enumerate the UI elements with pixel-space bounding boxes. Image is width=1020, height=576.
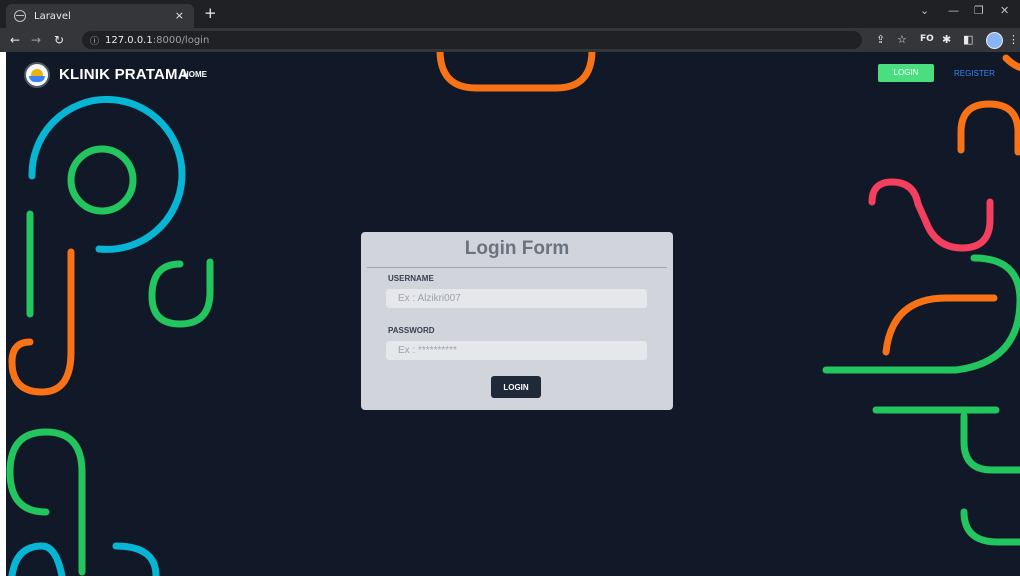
password-input[interactable] <box>386 341 647 360</box>
login-form-card: Login Form USERNAME PASSWORD LOGIN <box>361 232 673 410</box>
close-window-icon[interactable]: ✕ <box>1000 4 1009 17</box>
browser-window: Laravel × + ⌄ — ❐ ✕ ← → ↻ ⓘ 127.0.0.1:80… <box>0 0 1020 576</box>
tab-close-icon[interactable]: × <box>175 9 184 22</box>
login-form-title: Login Form <box>464 238 570 259</box>
nav-home-link[interactable]: HOME <box>183 70 207 79</box>
url-host: 127.0.0.1 <box>105 34 153 46</box>
extension-badge[interactable]: FO <box>920 34 934 44</box>
forward-icon[interactable]: → <box>31 33 41 47</box>
deco-cyan-large-arc <box>28 95 186 253</box>
deco-orange-right-arc <box>882 294 998 356</box>
deco-green-c-shape <box>148 258 214 328</box>
url-path: :8000/login <box>152 34 210 46</box>
deco-green-bottom-right-arc <box>960 508 1020 546</box>
back-icon[interactable]: ← <box>10 33 20 47</box>
address-bar[interactable]: ⓘ 127.0.0.1:8000/login <box>82 31 862 49</box>
side-panel-icon[interactable]: ◧ <box>963 33 973 46</box>
globe-icon <box>14 10 26 22</box>
restore-icon[interactable]: ❐ <box>974 4 984 17</box>
new-tab-button[interactable]: + <box>204 4 217 22</box>
deco-cyan-bottom-arc-2 <box>112 542 160 576</box>
deco-orange-hook <box>8 248 75 396</box>
deco-green-circle <box>67 145 137 215</box>
login-submit-button[interactable]: LOGIN <box>491 376 541 398</box>
deco-orange-top-arc <box>436 52 596 92</box>
deco-green-right-hook <box>960 412 1020 474</box>
deco-orange-corner-arc <box>1002 54 1020 72</box>
minimize-icon[interactable]: — <box>948 4 959 17</box>
reload-icon[interactable]: ↻ <box>54 33 64 47</box>
password-label: PASSWORD <box>388 326 435 335</box>
username-label: USERNAME <box>388 274 434 283</box>
menu-kebab-icon[interactable]: ⋮ <box>1008 33 1019 46</box>
browser-toolbar: ← → ↻ ⓘ 127.0.0.1:8000/login ⇪ ☆ FO ✱ ◧ … <box>0 28 1020 52</box>
clinic-logo[interactable] <box>24 62 50 88</box>
deco-cyan-bottom-arc-1 <box>8 542 66 576</box>
tab-strip: Laravel × + ⌄ — ❐ ✕ <box>0 0 1020 28</box>
title-divider <box>367 267 667 268</box>
nav-register-link[interactable]: REGISTER <box>954 69 995 78</box>
brand-name[interactable]: KLINIK PRATAMA <box>59 66 189 83</box>
deco-green-right-arc <box>822 254 1020 374</box>
browser-tab[interactable]: Laravel × <box>6 4 194 28</box>
site-info-icon[interactable]: ⓘ <box>90 34 99 47</box>
tab-title: Laravel <box>34 10 71 22</box>
extensions-puzzle-icon[interactable]: ✱ <box>942 33 951 46</box>
profile-avatar[interactable] <box>986 32 1003 49</box>
tab-search-icon[interactable]: ⌄ <box>920 4 929 17</box>
bookmark-star-icon[interactable]: ☆ <box>897 33 907 46</box>
deco-orange-right-arch <box>957 100 1020 156</box>
share-icon[interactable]: ⇪ <box>876 33 885 46</box>
username-input[interactable] <box>386 289 647 308</box>
page-viewport: KLINIK PRATAMA HOME LOGIN REGISTER Login… <box>6 52 1020 576</box>
deco-pink-s-curve <box>868 178 994 252</box>
nav-login-button[interactable]: LOGIN <box>878 64 934 82</box>
